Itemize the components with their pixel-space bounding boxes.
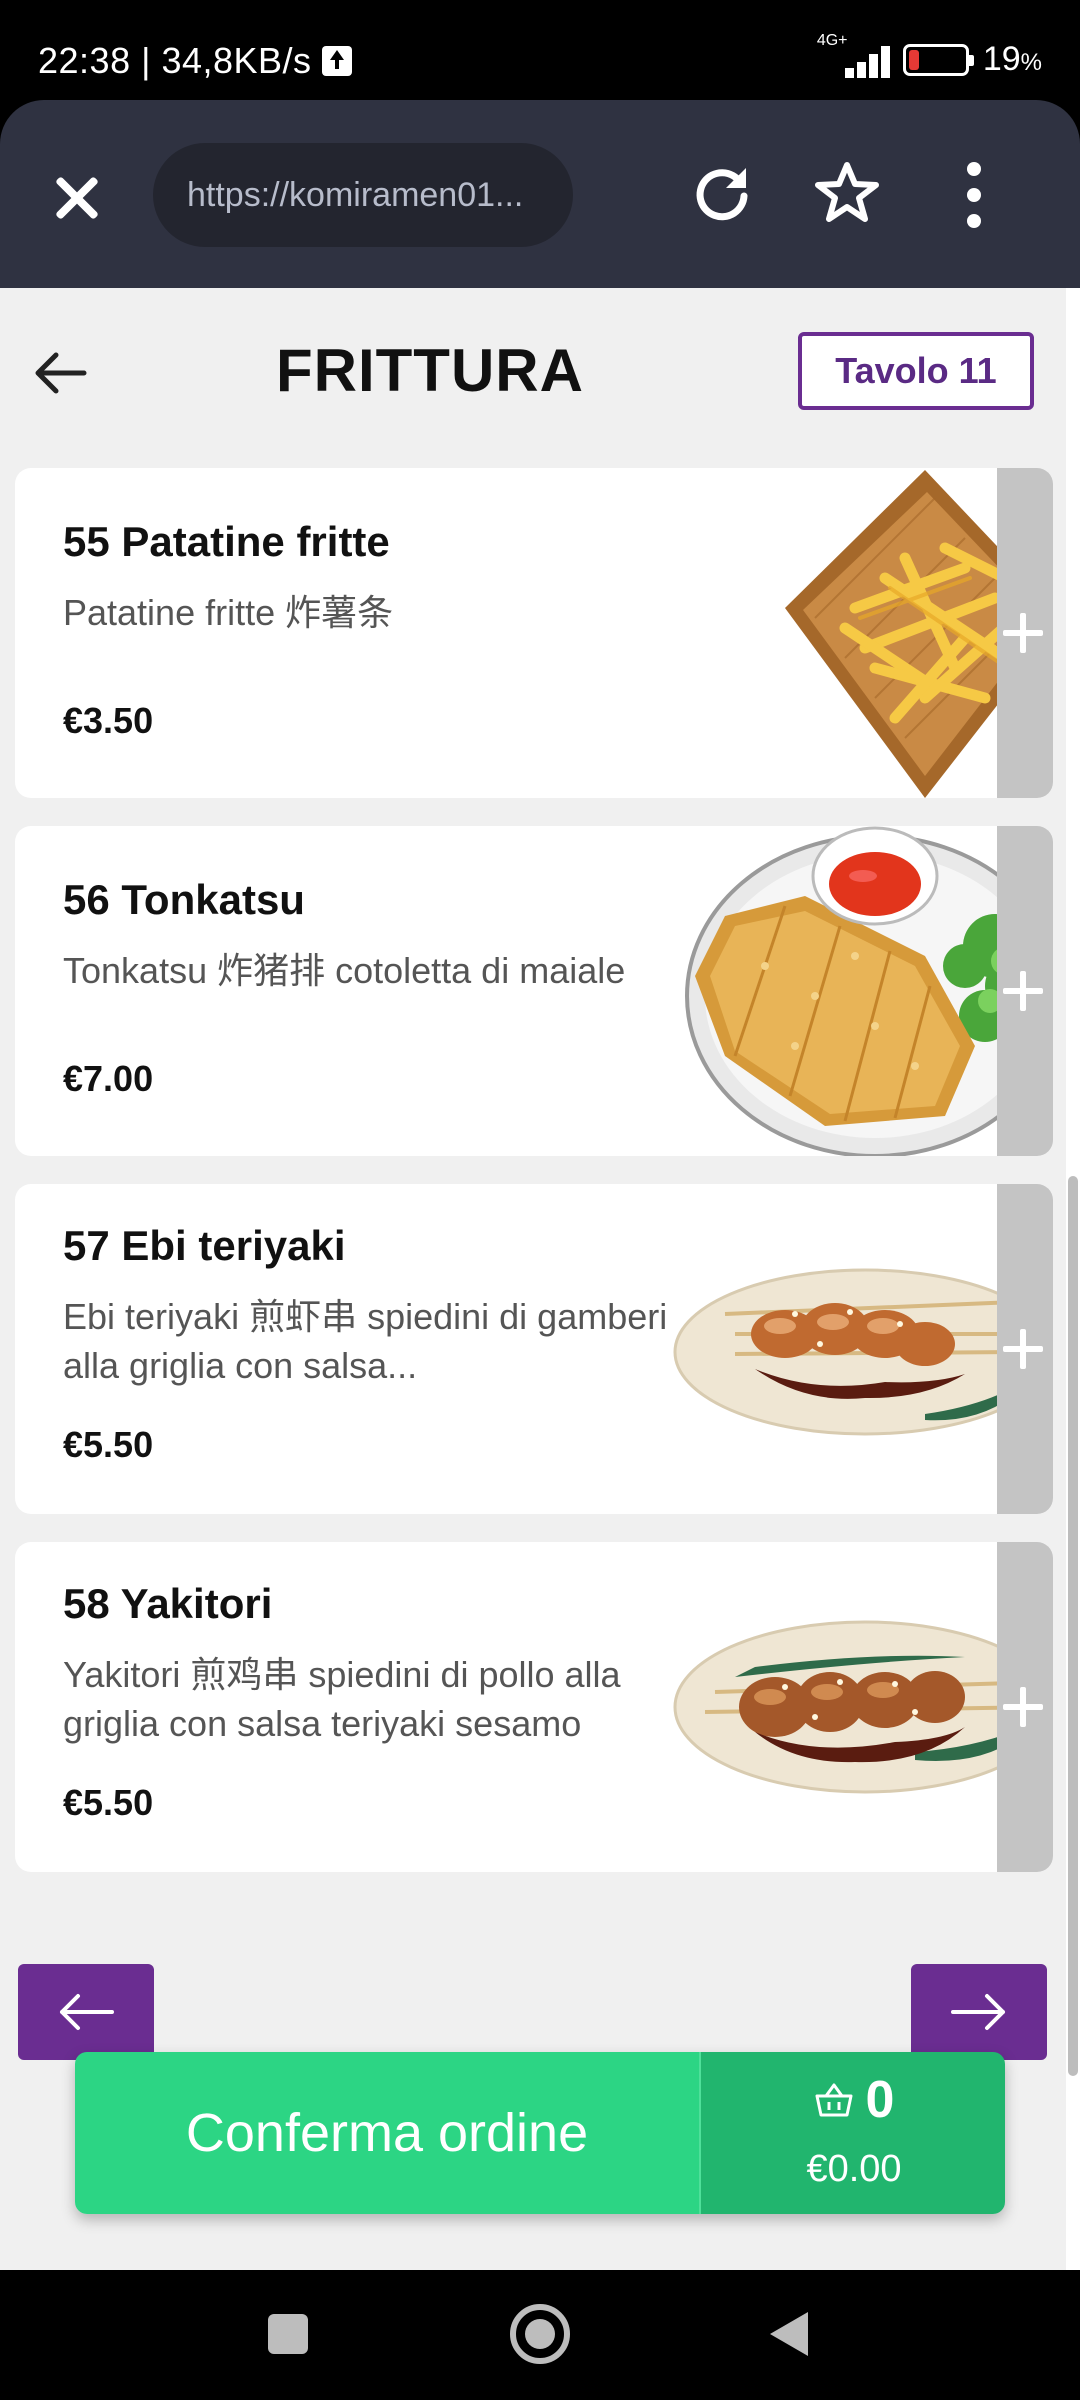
item-price: €7.00 [63, 1058, 154, 1099]
item-price: €5.50 [63, 1424, 154, 1465]
upload-icon [321, 46, 352, 76]
cart-count-row: 0 [701, 2070, 1005, 2130]
previous-category-button[interactable] [18, 1964, 154, 2060]
cart-summary[interactable]: 0 €0.00 [699, 2052, 1005, 2214]
add-item-button[interactable] [997, 826, 1053, 1156]
item-title: 57 Ebi teriyaki [63, 1222, 346, 1269]
system-back-icon[interactable] [770, 2312, 808, 2356]
fries-image [785, 470, 1053, 798]
item-title: 55 Patatine fritte [63, 518, 390, 565]
page-title: FRITTURA [276, 337, 584, 404]
item-title: 58 Yakitori [63, 1580, 273, 1627]
star-icon[interactable] [814, 160, 880, 226]
item-price: €3.50 [63, 700, 154, 741]
page-header: FRITTURA Tavolo 11 [0, 288, 1066, 468]
scrollbar-thumb[interactable] [1068, 1176, 1078, 2076]
item-description: Yakitori 煎鸡串 spiedini di pollo alla grig… [63, 1654, 621, 1744]
order-bar: Conferma ordine 0 €0.00 [75, 2052, 1005, 2214]
battery-percent: 19% [982, 40, 1042, 78]
menu-page: FRITTURA Tavolo 11 55 Patatine fritte Pa… [0, 288, 1080, 2270]
next-category-button[interactable] [911, 1964, 1047, 2060]
table-badge[interactable]: Tavolo 11 [798, 332, 1034, 410]
home-icon[interactable] [510, 2304, 570, 2364]
more-vert-icon[interactable] [958, 162, 990, 228]
cart-total: €0.00 [806, 2148, 902, 2190]
status-indicators: 4G+ 19% [817, 32, 1042, 79]
add-item-button[interactable] [997, 1184, 1053, 1514]
battery-icon [902, 43, 974, 76]
item-description: Ebi teriyaki 煎虾串 spiedini di gamberi all… [63, 1296, 668, 1386]
arrow-right-icon [951, 1994, 1005, 2030]
cart-count: 0 [865, 2071, 895, 2129]
back-arrow-icon[interactable] [30, 348, 90, 398]
plus-icon [997, 1682, 1053, 1732]
tonkatsu-image [685, 826, 1053, 1156]
item-description: Tonkatsu 炸猪排 cotoletta di maiale [63, 950, 626, 991]
status-bar: 22:38 | 34,8KB/s 4G+ 19% [0, 0, 1080, 100]
status-time-text: 22:38 | 34,8KB/s [38, 40, 312, 81]
menu-item: 58 Yakitori Yakitori 煎鸡串 spiedini di pol… [15, 1542, 1053, 1872]
reload-icon[interactable] [690, 162, 754, 226]
add-item-button[interactable] [997, 468, 1053, 798]
plus-icon [997, 608, 1053, 658]
menu-item: 56 Tonkatsu Tonkatsu 炸猪排 cotoletta di ma… [15, 826, 1053, 1156]
confirm-order-button[interactable]: Conferma ordine [75, 2052, 699, 2214]
network-type: 4G+ [816, 31, 848, 49]
close-icon[interactable] [46, 168, 106, 228]
item-description: Patatine fritte 炸薯条 [63, 592, 394, 633]
url-bar[interactable]: https://komiramen01... [153, 143, 573, 247]
recent-apps-icon[interactable] [268, 2314, 308, 2354]
battery-level [908, 49, 919, 70]
item-price: €5.50 [63, 1782, 154, 1823]
plus-icon [997, 1324, 1053, 1374]
status-time: 22:38 | 34,8KB/s [38, 40, 352, 82]
add-item-button[interactable] [997, 1542, 1053, 1872]
scrollbar-track[interactable] [1066, 288, 1080, 2270]
plus-icon [997, 966, 1053, 1016]
item-title: 56 Tonkatsu [63, 876, 305, 923]
system-nav-bar [0, 2270, 1080, 2400]
basket-icon [815, 2083, 853, 2117]
chicken-skewers-image [673, 1620, 1053, 1794]
browser-toolbar: https://komiramen01... [0, 100, 1080, 288]
arrow-left-icon [60, 1994, 114, 2030]
menu-item: 57 Ebi teriyaki Ebi teriyaki 煎虾串 spiedin… [15, 1184, 1053, 1514]
menu-item: 55 Patatine fritte Patatine fritte 炸薯条 €… [15, 468, 1053, 798]
signal-icon: 4G+ [817, 32, 890, 78]
shrimp-skewers-image [673, 1268, 1053, 1436]
